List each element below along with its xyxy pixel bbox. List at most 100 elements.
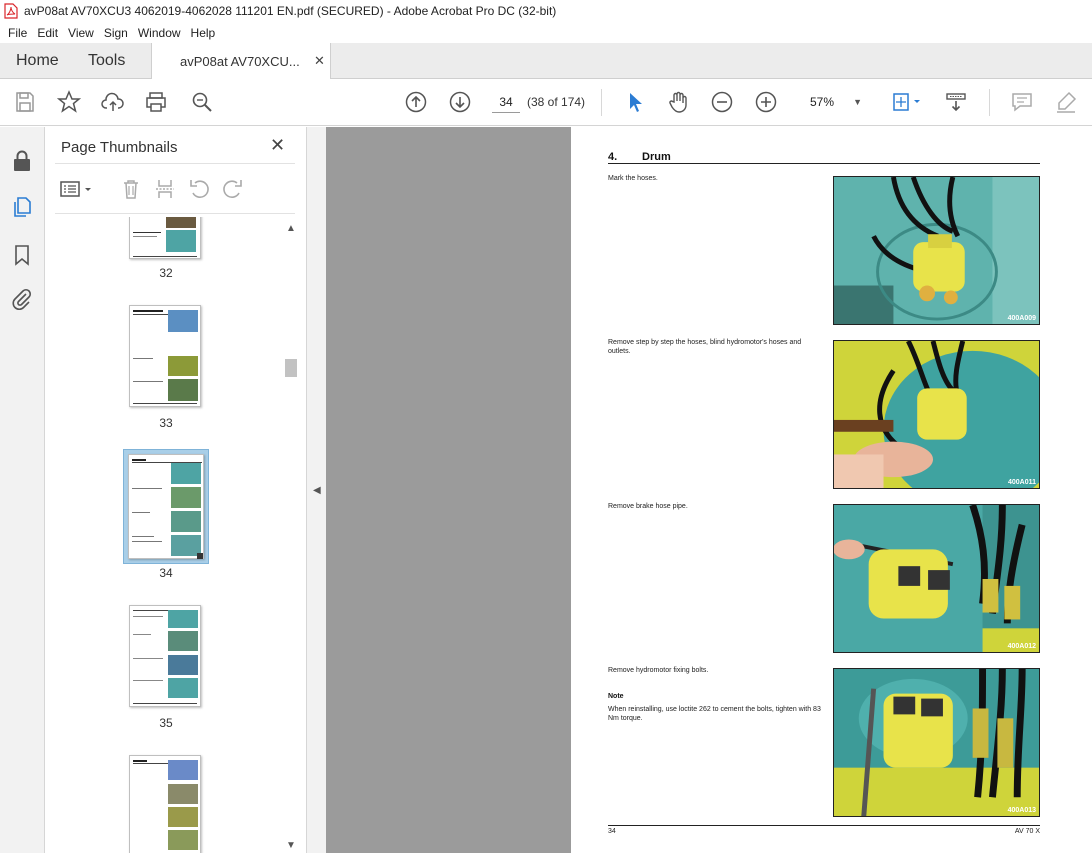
zoom-value: 57%	[810, 95, 835, 109]
step-photo: 400A013	[833, 668, 1040, 817]
page-footer-number: 34	[608, 828, 616, 835]
step-photo: 400A011	[833, 340, 1040, 489]
page-up-icon[interactable]	[404, 90, 428, 114]
thumbnail-photo	[171, 487, 201, 508]
page-thumbnails-panel: Page Thumbnails ✕ 32 33 34 35 ▲ ▼	[45, 127, 307, 853]
bookmark-icon[interactable]	[10, 243, 34, 267]
zoom-in-icon[interactable]	[754, 90, 778, 114]
attachment-icon[interactable]	[10, 287, 34, 311]
thumbnail-photo	[168, 356, 198, 376]
step-text: Remove brake hose pipe.	[608, 503, 688, 510]
acrobat-icon	[4, 3, 18, 19]
close-panel-icon[interactable]: ✕	[270, 135, 285, 156]
chevron-down-icon: ▼	[853, 97, 862, 107]
thumbnail-options-icon[interactable]	[59, 177, 99, 201]
panel-title: Page Thumbnails	[61, 139, 178, 156]
tab-bar: Home Tools avP08at AV70XCU... ✕	[0, 43, 1092, 80]
left-rail	[0, 127, 45, 853]
menu-help[interactable]: Help	[186, 26, 221, 40]
rotate-right-icon[interactable]	[221, 177, 245, 201]
tab-tools[interactable]: Tools	[88, 52, 125, 70]
print-icon[interactable]	[144, 90, 168, 114]
section-number: 4.	[608, 151, 618, 163]
scroll-mode-icon[interactable]	[944, 90, 968, 114]
photo-code: 400A013	[1007, 807, 1036, 814]
rotate-left-icon[interactable]	[187, 177, 211, 201]
zoom-select[interactable]: 57% ▼	[800, 91, 866, 113]
thumbnail-page-selected[interactable]	[128, 454, 204, 559]
thumbnail-scrollbar[interactable]: ▲ ▼	[284, 221, 298, 853]
pages-icon[interactable]	[10, 195, 34, 219]
star-icon[interactable]	[57, 90, 81, 114]
step-text: Remove hydromotor fixing bolts.	[608, 667, 709, 674]
toolbar-separator	[601, 89, 602, 116]
scroll-down-icon[interactable]: ▼	[286, 840, 296, 851]
thumbnail-page[interactable]	[129, 305, 201, 407]
thumbnail-photo	[168, 379, 198, 401]
thumbnail-viewport-marker	[197, 553, 203, 559]
delete-icon[interactable]	[119, 177, 143, 201]
menu-view[interactable]: View	[63, 26, 99, 40]
find-icon[interactable]	[190, 90, 214, 114]
title-bar: avP08at AV70XCU3 4062019-4062028 111201 …	[0, 0, 1092, 22]
tab-home[interactable]: Home	[16, 52, 59, 70]
lock-icon[interactable]	[10, 149, 34, 173]
extract-pages-icon[interactable]	[153, 177, 177, 201]
page-down-icon[interactable]	[448, 90, 472, 114]
note-title: Note	[608, 693, 624, 700]
thumbnail-photo	[168, 830, 198, 850]
menu-sign[interactable]: Sign	[99, 26, 133, 40]
hand-icon[interactable]	[666, 90, 690, 114]
thumbnail-footer-line	[133, 703, 197, 704]
footer-rule	[608, 825, 1040, 826]
thumbnail-list[interactable]: 32 33 34 35	[45, 217, 307, 853]
thumbnail-label: 33	[159, 416, 173, 430]
thumbnail-text-line	[133, 358, 153, 359]
fit-page-icon[interactable]	[890, 90, 924, 114]
menu-edit[interactable]: Edit	[32, 26, 63, 40]
menu-window[interactable]: Window	[133, 26, 186, 40]
toolbar: 34 (38 of 174) 57% ▼	[0, 79, 1092, 126]
thumbnail-page[interactable]	[129, 217, 201, 259]
page-footer-model: AV 70 X	[1014, 828, 1040, 835]
panel-collapse-handle[interactable]: ◀	[307, 127, 326, 853]
scroll-up-icon[interactable]: ▲	[286, 223, 296, 234]
thumbnail-text-line	[133, 634, 151, 635]
thumbnail-photo	[171, 511, 201, 532]
thumbnail-photo	[166, 230, 196, 252]
thumbnail-page[interactable]	[129, 755, 201, 853]
step-photo: 400A012	[833, 504, 1040, 653]
step-text: Mark the hoses.	[608, 175, 658, 182]
section-heading: 4. Drum	[608, 151, 671, 163]
comment-icon[interactable]	[1010, 90, 1034, 114]
upload-icon[interactable]	[101, 90, 125, 114]
thumbnail-photo	[168, 784, 198, 804]
menu-file[interactable]: File	[3, 26, 32, 40]
note-text: When reinstalling, use loctite 262 to ce…	[608, 706, 821, 722]
panel-toolbar	[59, 177, 299, 203]
step-photo: 400A009	[833, 176, 1040, 325]
page-count: (38 of 174)	[527, 95, 586, 109]
thumbnail-photo	[171, 463, 201, 484]
panel-divider	[55, 163, 295, 164]
thumbnail-text-line	[133, 680, 163, 681]
thumbnail-text-line	[133, 760, 147, 762]
thumbnail-page[interactable]	[129, 605, 201, 707]
page-number-input[interactable]: 34	[492, 91, 520, 113]
thumbnail-text-line	[133, 381, 163, 382]
save-icon[interactable]	[13, 90, 37, 114]
thumbnail-photo	[168, 655, 198, 675]
thumbnail-footer-line	[133, 256, 197, 257]
thumbnail-photo	[168, 760, 198, 780]
tab-document[interactable]: avP08at AV70XCU... ✕	[151, 43, 331, 80]
pdf-page: 4. Drum Mark the hoses. 400A009 Remove st…	[571, 127, 1092, 853]
close-tab-icon[interactable]: ✕	[314, 53, 325, 69]
highlight-icon[interactable]	[1054, 90, 1078, 114]
document-view[interactable]: 4. Drum Mark the hoses. 400A009 Remove st…	[326, 127, 1092, 853]
thumbnail-photo	[168, 678, 198, 698]
thumbnail-text-line	[132, 488, 162, 489]
thumbnail-footer-line	[133, 403, 197, 404]
select-cursor-icon[interactable]	[623, 90, 647, 114]
zoom-out-icon[interactable]	[710, 90, 734, 114]
scrollbar-thumb[interactable]	[285, 359, 297, 377]
